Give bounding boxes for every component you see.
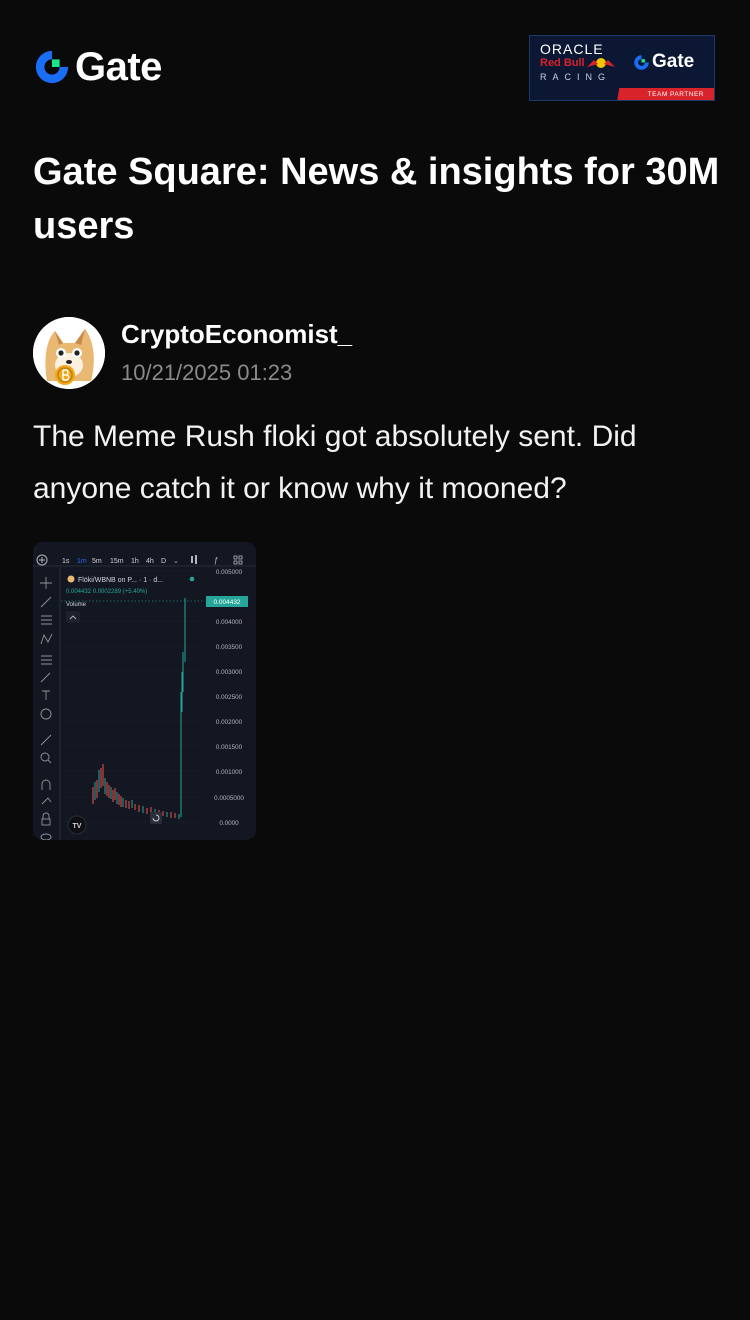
timeframe-15m: 15m: [110, 558, 124, 565]
chart-price-axis: 0.005000 0.004000 0.003500 0.003000 0.002500…: [61, 569, 244, 827]
tradingview-logo: TV: [67, 815, 87, 835]
chart-timeframes: 1s 1m 5m 15m 1h 4h D: [62, 558, 166, 565]
timeframe-D: D: [161, 558, 166, 565]
floki-token-icon: [67, 575, 75, 583]
post-timestamp: 10/21/2025 01:23: [121, 360, 293, 385]
y-tick-label: 0.003000: [216, 669, 243, 676]
page-title: Gate Square: News & insights for 30M use…: [33, 151, 720, 247]
y-tick-label: 0.004000: [216, 619, 243, 626]
post-author[interactable]: CryptoEconomist_ 10/21/2025 01:23: [33, 317, 717, 389]
y-tick-label: 0.003500: [216, 644, 243, 651]
timeframe-1m: 1m: [77, 558, 87, 565]
gate-logo-icon: [634, 54, 649, 70]
timeframe-4h: 4h: [146, 558, 154, 565]
avatar[interactable]: [33, 317, 105, 389]
chart-price-series: [61, 598, 205, 819]
partner-racing-text: RACING: [540, 72, 612, 82]
y-tick-label: 0.001500: [216, 744, 243, 751]
gate-logo[interactable]: Gate: [33, 46, 162, 88]
partner-badge: ORACLE Red Bull RACING Gate TEAM PARTNER: [529, 35, 715, 101]
partner-oracle-text: ORACLE: [540, 41, 604, 57]
gate-logo-text: Gate: [75, 45, 162, 89]
chart-volume-label: Volume: [66, 602, 87, 608]
reset-chart-icon: [150, 812, 162, 824]
red-bull-logo-icon: [587, 58, 615, 68]
post-image-chart[interactable]: 1s 1m 5m 15m 1h 4h D ⌄ ƒ Flöki/WBNB on P…: [33, 542, 256, 840]
header: Gate ORACLE Red Bull RACING Gate TEAM PA…: [0, 0, 750, 130]
chart-quote: 0.004432 0.0002289 (+5.40%): [66, 589, 147, 595]
chart-indicator-icon: ƒ: [214, 556, 218, 565]
post-card: CryptoEconomist_ 10/21/2025 01:23 The Me…: [33, 317, 717, 515]
timeframe-5m: 5m: [92, 558, 102, 565]
y-tick-label: 0.0005000: [214, 795, 244, 802]
svg-text:TV: TV: [73, 823, 82, 830]
author-name[interactable]: CryptoEconomist_: [121, 318, 352, 350]
chart-pair-label: Flöki/WBNB on P... · 1 · d...: [78, 577, 163, 584]
timeframe-1s: 1s: [62, 558, 70, 565]
y-tick-label: 0.005000: [216, 569, 243, 576]
partner-footer-text: TEAM PARTNER: [647, 91, 704, 98]
price-tag: 0.004432: [206, 596, 248, 607]
y-tick-label: 0.002500: [216, 694, 243, 701]
chart-screenshot: 1s 1m 5m 15m 1h 4h D ⌄ ƒ Flöki/WBNB on P…: [33, 542, 256, 840]
timeframe-1h: 1h: [131, 558, 139, 565]
chart-dropdown-icon: ⌄: [173, 558, 179, 565]
partner-gate-logo: Gate: [633, 51, 694, 73]
y-tick-label: 0.001000: [216, 769, 243, 776]
shiba-coin-avatar-icon: [33, 317, 105, 389]
market-open-dot: [189, 576, 195, 582]
partner-gate-text: Gate: [652, 51, 695, 72]
gate-logo-icon: [35, 50, 69, 84]
partner-redbull-text: Red Bull: [540, 57, 585, 69]
post-text: The Meme Rush floki got absolutely sent.…: [33, 420, 637, 505]
y-tick-label: 0.002000: [216, 719, 243, 726]
svg-text:0.004432: 0.004432: [213, 599, 240, 606]
y-tick-label: 0.0000: [219, 820, 239, 827]
